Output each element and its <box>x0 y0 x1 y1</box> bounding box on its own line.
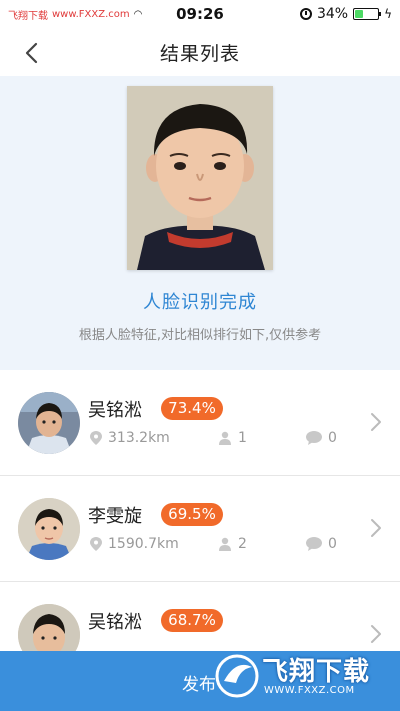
avatar <box>18 392 80 454</box>
similarity-badge: 69.5% <box>161 503 223 526</box>
people-value: 1 <box>238 430 247 446</box>
alarm-icon <box>299 8 312 20</box>
avatar <box>18 498 80 560</box>
publish-label: 发布 <box>182 675 216 695</box>
location-icon <box>90 431 102 445</box>
match-photo-image <box>18 604 80 651</box>
match-name: 吴铭淞 <box>88 400 142 421</box>
nav-bar: 结果列表 <box>0 28 400 76</box>
comment-icon <box>306 431 322 445</box>
back-button[interactable] <box>16 38 46 68</box>
status-indicators: 34% ϟ <box>299 6 392 22</box>
comment-value: 0 <box>328 536 337 552</box>
avatar <box>18 604 80 651</box>
comment-count: 0 <box>306 536 337 552</box>
person-icon <box>219 431 231 445</box>
result-panel: 人脸识别完成 根据人脸特征,对比相似排行如下,仅供参考 <box>0 76 400 370</box>
person-icon <box>219 537 231 551</box>
distance-value: 1590.7km <box>108 536 179 552</box>
distance-info: 313.2km <box>90 430 170 446</box>
wifi-icon: ◠ <box>133 8 143 20</box>
match-photo-image <box>18 392 80 454</box>
list-item[interactable]: 吴铭淞 73.4% 313.2km 1 0 <box>0 370 400 476</box>
people-count: 1 <box>218 430 247 446</box>
people-count: 2 <box>218 536 247 552</box>
distance-info: 1590.7km <box>90 536 179 552</box>
chevron-right-icon <box>371 413 381 431</box>
match-name: 吴铭淞 <box>88 612 142 633</box>
chevron-right-icon <box>371 519 381 537</box>
battery-icon <box>353 8 382 20</box>
watermark-text: 飞翔下载 <box>262 657 371 687</box>
comment-icon <box>306 537 322 551</box>
chevron-right-icon <box>371 625 381 643</box>
match-name: 李雯旋 <box>88 506 142 527</box>
watermark-url: WWW.FXXZ.COM <box>264 685 355 696</box>
watermark-logo-icon <box>215 654 259 698</box>
match-photo-image <box>18 498 80 560</box>
carrier-label: 飞翔下载 <box>8 10 48 22</box>
list-item[interactable]: 李雯旋 69.5% 1590.7km 2 0 <box>0 476 400 582</box>
status-bar: 飞翔下载 www.FXXZ.com ◠ 34% ϟ 09:26 <box>0 0 400 28</box>
similarity-badge: 68.7% <box>161 609 223 632</box>
chevron-left-icon <box>25 42 38 64</box>
status-carrier-group: 飞翔下载 www.FXXZ.com ◠ <box>8 7 142 22</box>
result-title: 人脸识别完成 <box>143 292 257 313</box>
carrier-site: www.FXXZ.com <box>52 8 130 20</box>
battery-percent: 34% <box>316 6 349 22</box>
result-subtitle: 根据人脸特征,对比相似排行如下,仅供参考 <box>78 328 322 343</box>
query-face-photo <box>127 86 273 270</box>
comment-count: 0 <box>306 430 337 446</box>
comment-value: 0 <box>328 430 337 446</box>
location-icon <box>90 537 102 551</box>
page-title: 结果列表 <box>159 42 240 65</box>
similarity-badge: 73.4% <box>161 397 223 420</box>
result-list: 吴铭淞 73.4% 313.2km 1 0 李雯旋 69.5% 1590.7km… <box>0 370 400 651</box>
watermark: 飞翔下载 WWW.FXXZ.COM <box>212 645 400 705</box>
charging-icon: ϟ <box>384 7 392 21</box>
list-item[interactable]: 吴铭淞 68.7% <box>0 582 400 651</box>
people-value: 2 <box>238 536 247 552</box>
distance-value: 313.2km <box>108 430 170 446</box>
child-portrait-image <box>127 86 273 270</box>
